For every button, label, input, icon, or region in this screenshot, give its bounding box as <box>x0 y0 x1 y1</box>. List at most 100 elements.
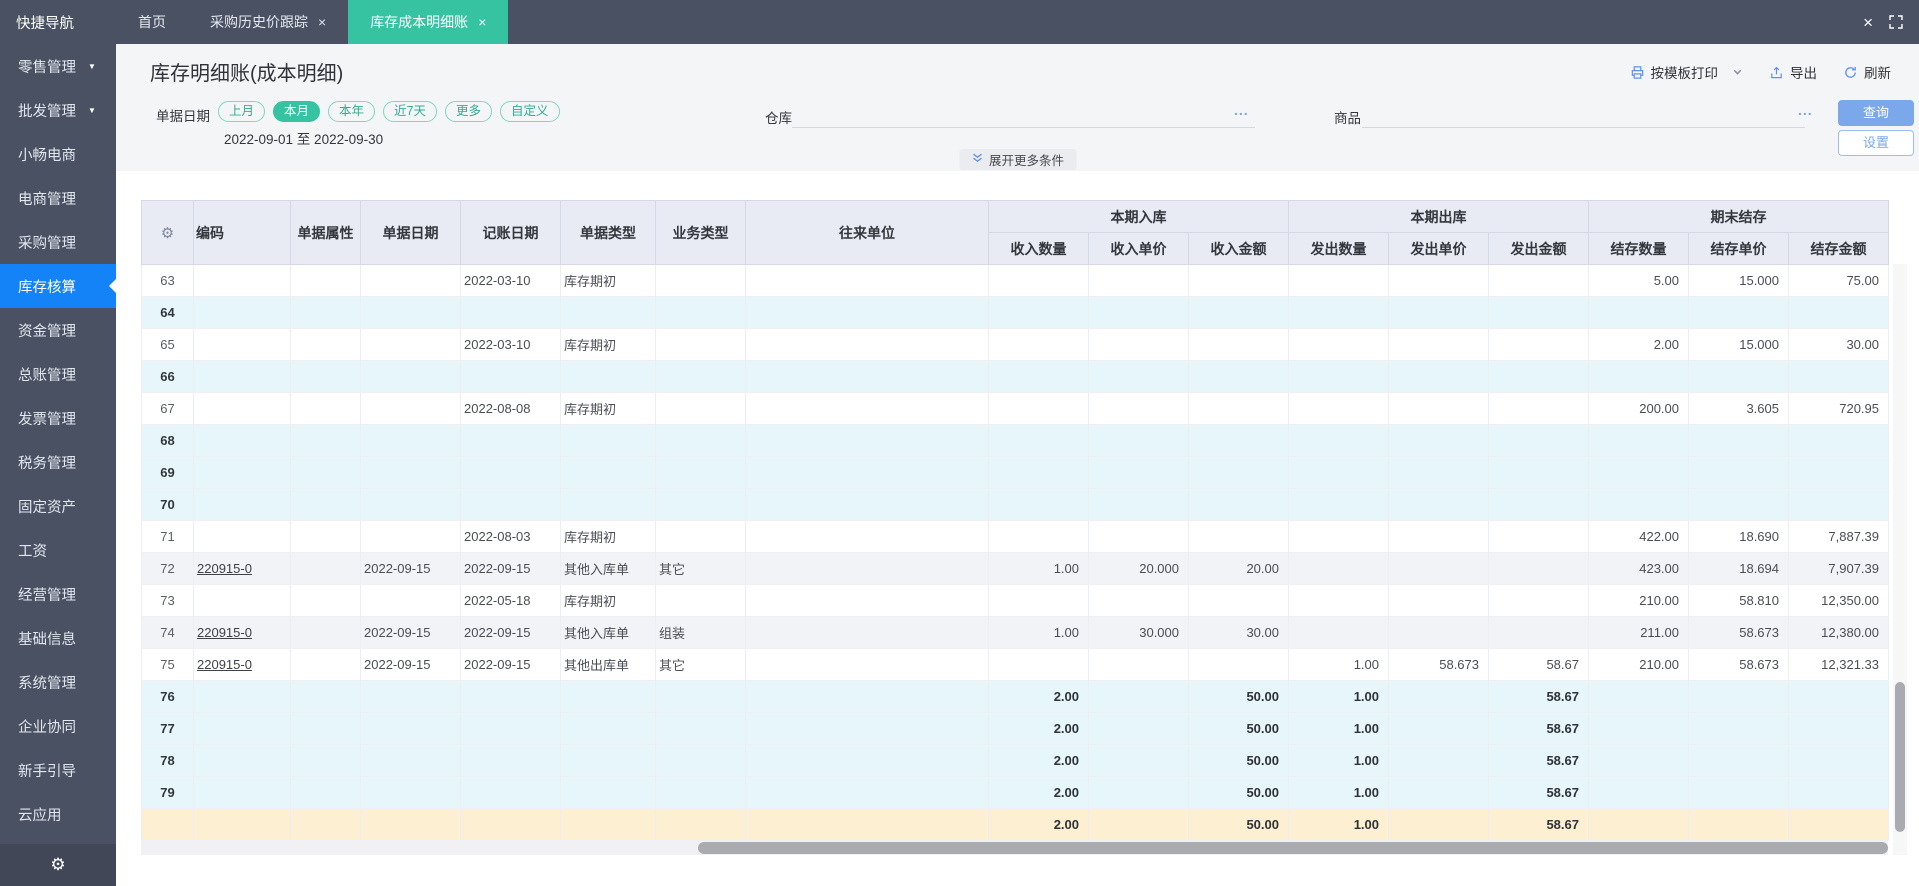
table-row[interactable]: 64 <box>141 296 1889 329</box>
vertical-scrollbar-thumb[interactable] <box>1895 682 1905 832</box>
cell-biz_type <box>655 360 746 393</box>
cell-code: 220915-0 <box>193 616 291 649</box>
cell-out_amt <box>1488 296 1589 329</box>
cell-out_price <box>1388 520 1489 553</box>
table-row[interactable]: 72 220915-0 2022-09-15 2022-09-15 其他入库单 其它 1.0… <box>141 552 1889 585</box>
query-button[interactable]: 查询 <box>1838 100 1914 126</box>
table-row[interactable]: 78 2.00 50.00 1.00 58.67 <box>141 744 1889 777</box>
table-row[interactable]: 79 2.00 50.00 1.00 58.67 <box>141 776 1889 809</box>
document-code-link[interactable]: 220915-0 <box>197 657 252 672</box>
cell-partner <box>745 744 989 777</box>
document-code-link[interactable]: 220915-0 <box>197 561 252 576</box>
horizontal-scrollbar-track[interactable] <box>141 841 1888 855</box>
tab-close-icon[interactable]: × <box>318 14 326 30</box>
cell-in_qty <box>988 584 1089 617</box>
table-row[interactable]: 67 2022-08-08 库存期初 200.00 3.605 720.95 <box>141 392 1889 425</box>
fullscreen-icon[interactable] <box>1889 15 1903 29</box>
date-pill-4[interactable]: 近7天 <box>383 101 437 122</box>
sidebar-item-6[interactable]: 库存核算 <box>0 264 116 308</box>
warehouse-input[interactable] <box>792 106 1255 128</box>
table-row[interactable]: 75 220915-0 2022-09-15 2022-09-15 其他出库单 其它 1.0… <box>141 648 1889 681</box>
settings-gear-icon[interactable]: ⚙ <box>50 855 65 875</box>
cell-biz_type <box>655 424 746 457</box>
sidebar-item-10[interactable]: 税务管理 <box>0 440 116 484</box>
table-row[interactable]: 69 <box>141 456 1889 489</box>
warehouse-picker-ellipsis-icon[interactable]: ... <box>1234 102 1249 118</box>
cell-bal_qty <box>1588 424 1689 457</box>
sidebar-item-7[interactable]: 资金管理 <box>0 308 116 352</box>
cell-in_amt: 30.00 <box>1188 616 1289 649</box>
cell-in_qty <box>988 360 1089 393</box>
cell-code: 220915-0 <box>193 552 291 585</box>
table-row[interactable]: 74 220915-0 2022-09-15 2022-09-15 其他入库单 组装 1.0… <box>141 616 1889 649</box>
table-row[interactable]: 2.00 50.00 1.00 58.67 <box>141 808 1889 841</box>
tab-1[interactable]: 首页 <box>116 0 188 44</box>
refresh-button[interactable]: 刷新 <box>1843 62 1891 82</box>
sidebar-item-14[interactable]: 基础信息 <box>0 616 116 660</box>
date-pill-3[interactable]: 本年 <box>328 101 376 122</box>
date-pill-6[interactable]: 自定义 <box>500 101 560 122</box>
export-button[interactable]: 导出 <box>1769 62 1817 82</box>
tab-2[interactable]: 采购历史价跟踪 × <box>188 0 348 44</box>
sub-header-1-3: 收入金额 <box>1188 232 1289 265</box>
sidebar-item-12[interactable]: 工资 <box>0 528 116 572</box>
sidebar-item-16[interactable]: 企业协同 <box>0 704 116 748</box>
sidebar-item-4[interactable]: 电商管理 <box>0 176 116 220</box>
sidebar-item-2[interactable]: 批发管理 ▼ <box>0 88 116 132</box>
cell-in_qty <box>988 424 1089 457</box>
product-picker-ellipsis-icon[interactable]: ... <box>1798 102 1813 118</box>
date-pill-2[interactable]: 本月 <box>273 101 321 122</box>
sidebar-item-3[interactable]: 小畅电商 <box>0 132 116 176</box>
print-by-template-button[interactable]: 按模板打印 <box>1630 62 1744 82</box>
cell-biz_type <box>655 392 746 425</box>
sidebar-item-5[interactable]: 采购管理 <box>0 220 116 264</box>
settings-button[interactable]: 设置 <box>1838 130 1914 156</box>
cell-doc_type <box>560 680 656 713</box>
close-icon[interactable]: × <box>1863 14 1873 31</box>
sidebar-item-label: 小畅电商 <box>18 147 76 164</box>
table-row[interactable]: 73 2022-05-18 库存期初 210.00 58.810 12,350.00 <box>141 584 1889 617</box>
row-number-cell: 74 <box>141 616 194 649</box>
cell-partner <box>745 360 989 393</box>
sidebar-item-9[interactable]: 发票管理 <box>0 396 116 440</box>
table-row[interactable]: 71 2022-08-03 库存期初 422.00 18.690 7,887.39 <box>141 520 1889 553</box>
cell-in_amt <box>1188 488 1289 521</box>
tab-close-icon[interactable]: × <box>478 14 486 30</box>
sidebar-item-15[interactable]: 系统管理 <box>0 660 116 704</box>
sub-header-1-1: 收入数量 <box>988 232 1089 265</box>
sidebar-item-13[interactable]: 经营管理 <box>0 572 116 616</box>
tab-3[interactable]: 库存成本明细账 × <box>348 0 509 44</box>
page-header: 库存明细账(成本明细) 按模板打印 导出 刷新 单据日期 上月 本月 本年 近7… <box>116 44 1919 171</box>
table-row[interactable]: 66 <box>141 360 1889 393</box>
table-row[interactable]: 76 2.00 50.00 1.00 58.67 <box>141 680 1889 713</box>
cell-partner <box>745 680 989 713</box>
quick-nav-button[interactable]: 快捷导航 <box>0 0 116 44</box>
sidebar-item-8[interactable]: 总账管理 <box>0 352 116 396</box>
table-row[interactable]: 70 <box>141 488 1889 521</box>
expand-more-conditions-button[interactable]: 展开更多条件 <box>958 149 1077 170</box>
chevron-down-icon[interactable] <box>1732 67 1743 78</box>
table-row[interactable]: 68 <box>141 424 1889 457</box>
sidebar-item-11[interactable]: 固定资产 <box>0 484 116 528</box>
date-pill-1[interactable]: 上月 <box>218 101 266 122</box>
table-row[interactable]: 63 2022-03-10 库存期初 5.00 15.000 75.00 <box>141 264 1889 297</box>
horizontal-scrollbar-thumb[interactable] <box>698 842 1888 854</box>
sidebar-item-17[interactable]: 新手引导 <box>0 748 116 792</box>
cell-attr <box>290 808 361 841</box>
cell-attr <box>290 488 361 521</box>
product-input[interactable] <box>1362 106 1805 128</box>
sidebar-item-1[interactable]: 零售管理 ▼ <box>0 44 116 88</box>
cell-out_amt <box>1488 328 1589 361</box>
table-row[interactable]: 77 2.00 50.00 1.00 58.67 <box>141 712 1889 745</box>
cell-biz_type <box>655 328 746 361</box>
cell-doc_type: 库存期初 <box>560 392 656 425</box>
row-number-cell: 78 <box>141 744 194 777</box>
cell-out_price <box>1388 680 1489 713</box>
table-gear-icon[interactable]: ⚙ <box>161 225 174 242</box>
cell-in_amt: 50.00 <box>1188 680 1289 713</box>
sidebar-item-18[interactable]: 云应用 <box>0 792 116 836</box>
table-row[interactable]: 65 2022-03-10 库存期初 2.00 15.000 30.00 <box>141 328 1889 361</box>
date-pill-5[interactable]: 更多 <box>445 101 493 122</box>
cell-doc_type <box>560 488 656 521</box>
document-code-link[interactable]: 220915-0 <box>197 625 252 640</box>
